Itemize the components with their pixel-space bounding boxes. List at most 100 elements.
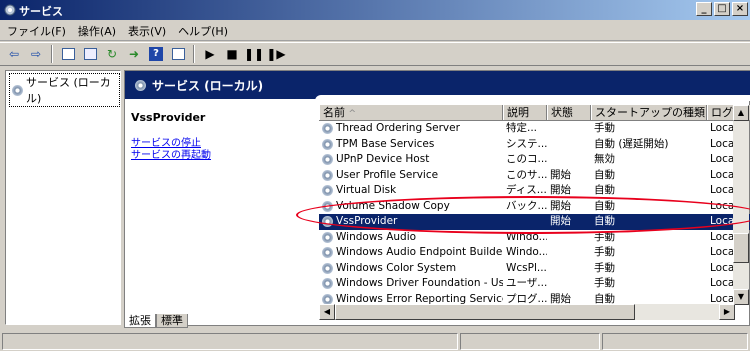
scroll-thumb[interactable] <box>335 304 635 320</box>
scroll-right-icon[interactable]: ▶ <box>719 304 735 320</box>
horizontal-scrollbar[interactable]: ◀ ▶ <box>319 304 735 320</box>
tab-standard[interactable]: 標準 <box>156 314 188 328</box>
column-header-status[interactable]: 状態 <box>547 105 591 120</box>
vertical-scrollbar[interactable]: ▲ ▼ <box>733 105 749 305</box>
list-body: Thread Ordering Server 特定... 手動 Loca TPM Bas… <box>319 121 750 304</box>
service-name-cell: Windows Color System <box>319 261 503 277</box>
stop-service-link[interactable]: サービスの停止 <box>131 138 311 150</box>
pause-icon[interactable]: ❚❚ <box>244 44 264 64</box>
service-row[interactable]: Windows Error Reporting Service プログ... 開始 自… <box>319 292 750 305</box>
service-startup-type: 自動 <box>594 199 615 212</box>
status-bar <box>0 332 750 351</box>
service-row[interactable]: Windows Audio Endpoint Builder Windo... 手動… <box>319 245 750 261</box>
service-row[interactable]: Windows Driver Foundation - Us... ユーザ... 手… <box>319 276 750 292</box>
service-name: TPM Base Services <box>336 137 435 150</box>
minimize-button[interactable]: _ <box>696 2 712 16</box>
column-header-name[interactable]: 名前 ^ <box>319 105 503 120</box>
service-row[interactable]: Thread Ordering Server 特定... 手動 Loca <box>319 121 750 137</box>
service-description: Windo... <box>506 230 547 243</box>
service-gear-icon <box>322 200 333 212</box>
tree-item-label: サービス (ローカル) <box>26 76 111 105</box>
console-tree-icon[interactable] <box>58 44 78 64</box>
play-icon[interactable]: ▶ <box>200 44 220 64</box>
service-row[interactable]: TPM Base Services システ... 自動 (遅延開始) Loca <box>319 137 750 153</box>
back-icon[interactable]: ⇦ <box>4 44 24 64</box>
restart-service-link[interactable]: サービスの再起動 <box>131 150 311 162</box>
service-status: 開始 <box>550 168 571 181</box>
maximize-button[interactable]: □ <box>714 2 730 16</box>
service-description: バック... <box>506 199 547 212</box>
service-description: ユーザ... <box>506 277 547 289</box>
service-gear-icon <box>322 262 333 274</box>
description-panel: VssProvider サービスの停止 サービスの再起動 <box>131 111 311 162</box>
service-row[interactable]: UPnP Device Host このコ... 無効 Loca <box>319 152 750 168</box>
service-name: UPnP Device Host <box>336 153 430 166</box>
scroll-up-icon[interactable]: ▲ <box>733 105 749 121</box>
service-startup-type: 自動 <box>594 215 615 227</box>
scroll-left-icon[interactable]: ◀ <box>319 304 335 320</box>
pane-title: サービス (ローカル) <box>152 78 264 93</box>
service-status <box>547 276 591 292</box>
service-name: Windows Error Reporting Service <box>336 292 503 304</box>
service-name: User Profile Service <box>336 168 439 181</box>
properties-icon[interactable] <box>80 44 100 64</box>
restart-icon[interactable]: ❚▶ <box>266 44 286 64</box>
forward-icon[interactable]: ⇨ <box>26 44 46 64</box>
service-name-cell: Thread Ordering Server <box>319 121 503 137</box>
service-name: Windows Color System <box>336 261 457 274</box>
service-description: このサ... <box>506 168 547 181</box>
services-gear-icon <box>4 4 16 16</box>
show-hide-icon[interactable] <box>168 44 188 64</box>
column-name-label: 名前 <box>323 106 345 119</box>
console-tree: サービス (ローカル) <box>5 70 121 325</box>
help-icon[interactable]: ? <box>146 44 166 64</box>
service-row[interactable]: VssProvider 開始 自動 Loca <box>319 214 750 230</box>
toolbar: ⇦ ⇨ ↻ ➜ ? ▶ ■ ❚❚ ❚▶ <box>0 42 750 66</box>
column-header-startup-type[interactable]: スタートアップの種類 <box>591 105 707 120</box>
service-name: Volume Shadow Copy <box>336 199 450 212</box>
service-status: 開始 <box>550 292 571 305</box>
services-gear-icon <box>135 79 146 91</box>
menu-action[interactable]: 操作(A) <box>73 23 121 39</box>
service-description: システ... <box>506 137 547 150</box>
service-gear-icon <box>322 278 333 290</box>
menu-bar: ファイル(F) 操作(A) 表示(V) ヘルプ(H) <box>0 21 750 41</box>
scroll-down-icon[interactable]: ▼ <box>733 289 749 305</box>
services-gear-icon <box>12 84 23 96</box>
service-row[interactable]: Windows Audio Windo... 手動 Loca <box>319 230 750 246</box>
service-gear-icon <box>322 293 333 304</box>
menu-help[interactable]: ヘルプ(H) <box>173 23 233 39</box>
refresh-icon[interactable]: ↻ <box>102 44 122 64</box>
service-name-cell: Virtual Disk <box>319 183 503 199</box>
service-gear-icon <box>322 185 333 197</box>
menu-view[interactable]: 表示(V) <box>123 23 171 39</box>
close-button[interactable]: × <box>732 2 748 16</box>
service-name: Windows Audio <box>336 230 417 243</box>
service-name-cell: Windows Audio Endpoint Builder <box>319 245 503 261</box>
service-gear-icon <box>322 247 333 259</box>
service-row[interactable]: Windows Color System WcsPl... 手動 Loca <box>319 261 750 277</box>
tree-item-services-local[interactable]: サービス (ローカル) <box>9 73 120 107</box>
service-row[interactable]: Virtual Disk ディス... 開始 自動 Loca <box>319 183 750 199</box>
service-description: ディス... <box>506 184 547 196</box>
service-row[interactable]: User Profile Service このサ... 開始 自動 Loca <box>319 168 750 184</box>
service-name: VssProvider <box>336 215 398 228</box>
window-controls: _ □ × <box>696 2 748 16</box>
tab-extended[interactable]: 拡張 <box>124 314 156 328</box>
service-name: Thread Ordering Server <box>336 122 460 135</box>
service-gear-icon <box>322 216 333 228</box>
status-cell <box>460 333 600 350</box>
services-pane: サービス (ローカル) VssProvider サービスの停止 サービスの再起動… <box>124 70 750 326</box>
service-startup-type: 手動 <box>594 277 615 289</box>
stop-icon[interactable]: ■ <box>222 44 242 64</box>
service-name: Windows Driver Foundation - Us... <box>336 277 503 290</box>
service-status: 開始 <box>550 199 571 212</box>
service-name-cell: Windows Audio <box>319 230 503 246</box>
service-description: プログ... <box>506 292 547 305</box>
window-title: サービス <box>19 5 63 18</box>
column-header-description[interactable]: 説明 <box>503 105 547 120</box>
export-icon[interactable]: ➜ <box>124 44 144 64</box>
menu-file[interactable]: ファイル(F) <box>2 23 71 39</box>
scroll-thumb[interactable] <box>733 233 749 263</box>
service-row[interactable]: Volume Shadow Copy バック... 開始 自動 Loca <box>319 199 750 215</box>
